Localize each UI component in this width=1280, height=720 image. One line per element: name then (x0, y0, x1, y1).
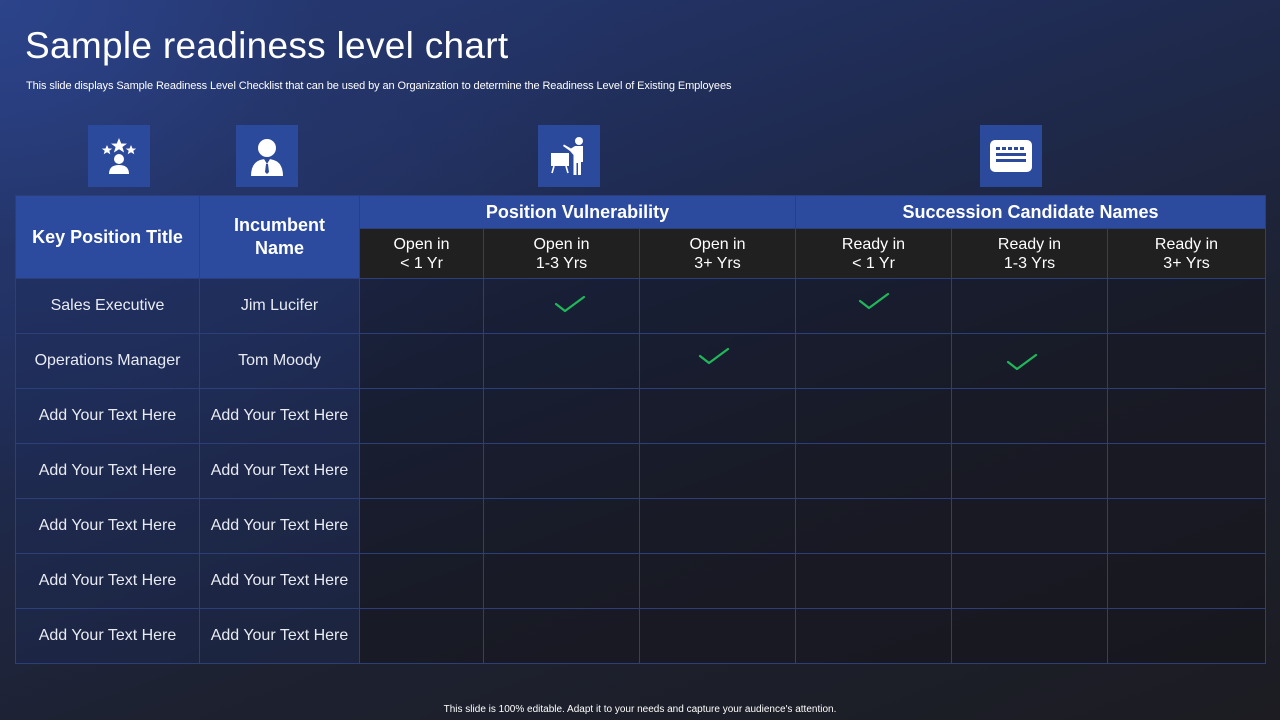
position-title-cell: Operations Manager (15, 333, 200, 389)
status-cell (639, 388, 796, 444)
status-cell (1107, 388, 1266, 444)
position-title-cell: Add Your Text Here (15, 553, 200, 609)
status-cell (359, 278, 484, 334)
status-cell (359, 608, 484, 664)
incumbent-name-cell: Add Your Text Here (199, 553, 360, 609)
subheader-cell: Open in 3+ Yrs (639, 228, 796, 279)
status-cell (639, 278, 796, 334)
position-title-cell: Add Your Text Here (15, 388, 200, 444)
status-cell (483, 278, 640, 334)
subheader-cell: Ready in 1-3 Yrs (951, 228, 1108, 279)
position-title-cell: Add Your Text Here (15, 498, 200, 554)
position-title-cell: Add Your Text Here (15, 608, 200, 664)
incumbent-name-cell: Tom Moody (199, 333, 360, 389)
status-cell (1107, 498, 1266, 554)
table-row: Add Your Text Here Add Your Text Here (15, 498, 1266, 554)
slide-title: Sample readiness level chart (25, 25, 509, 66)
incumbent-name-cell: Add Your Text Here (199, 443, 360, 499)
businessman-icon (236, 125, 298, 187)
status-cell (639, 333, 796, 389)
status-cell (1107, 278, 1266, 334)
status-cell (951, 278, 1108, 334)
incumbent-name-cell: Add Your Text Here (199, 498, 360, 554)
table-row: Operations Manager Tom Moody (15, 333, 1266, 389)
header-succession-candidate-names: Succession Candidate Names (795, 195, 1266, 229)
table-row: Add Your Text Here Add Your Text Here (15, 553, 1266, 609)
table-row: Add Your Text Here Add Your Text Here (15, 443, 1266, 499)
status-cell (951, 333, 1108, 389)
position-title-cell: Sales Executive (15, 278, 200, 334)
status-cell (483, 388, 640, 444)
position-title-cell: Add Your Text Here (15, 443, 200, 499)
status-cell (359, 443, 484, 499)
footer-note: This slide is 100% editable. Adapt it to… (443, 704, 837, 715)
status-cell (359, 498, 484, 554)
status-cell (951, 608, 1108, 664)
subheader-cell: Ready in < 1 Yr (795, 228, 952, 279)
readiness-table: Key Position Title Incumbent Name Positi… (15, 195, 1266, 664)
status-cell (795, 498, 952, 554)
status-cell (1107, 443, 1266, 499)
status-cell (1107, 333, 1266, 389)
status-cell (951, 553, 1108, 609)
status-cell (483, 608, 640, 664)
status-cell (795, 388, 952, 444)
status-cell (483, 443, 640, 499)
status-cell (639, 443, 796, 499)
status-cell (359, 553, 484, 609)
status-cell (951, 498, 1108, 554)
table-row: Add Your Text Here Add Your Text Here (15, 388, 1266, 444)
table-row: Sales Executive Jim Lucifer (15, 278, 1266, 334)
status-cell (483, 498, 640, 554)
status-cell (951, 443, 1108, 499)
status-cell (1107, 553, 1266, 609)
table-row: Add Your Text Here Add Your Text Here (15, 608, 1266, 664)
status-cell (483, 553, 640, 609)
status-cell (795, 333, 952, 389)
status-cell (795, 553, 952, 609)
status-cell (795, 443, 952, 499)
slide-subtitle: This slide displays Sample Readiness Lev… (26, 80, 732, 92)
subheader-cell: Open in 1-3 Yrs (483, 228, 640, 279)
incumbent-name-cell: Add Your Text Here (199, 608, 360, 664)
checkmark-icon (1006, 352, 1038, 372)
header-position-vulnerability: Position Vulnerability (359, 195, 796, 229)
checkmark-icon (858, 291, 890, 311)
status-cell (951, 388, 1108, 444)
status-cell (359, 333, 484, 389)
status-cell (795, 608, 952, 664)
award-person-icon (88, 125, 150, 187)
incumbent-name-cell: Jim Lucifer (199, 278, 360, 334)
header-incumbent-name: Incumbent Name (199, 195, 360, 279)
table-body: Sales Executive Jim Lucifer Operations Man… (15, 278, 1266, 664)
presenter-icon (538, 125, 600, 187)
status-cell (359, 388, 484, 444)
header-key-position-title: Key Position Title (15, 195, 200, 279)
status-cell (483, 333, 640, 389)
checkmark-icon (554, 294, 586, 314)
subheader-cell: Ready in 3+ Yrs (1107, 228, 1266, 279)
status-cell (639, 608, 796, 664)
incumbent-name-cell: Add Your Text Here (199, 388, 360, 444)
status-cell (639, 498, 796, 554)
checkmark-icon (698, 346, 730, 366)
subheader-cell: Open in < 1 Yr (359, 228, 484, 279)
status-cell (639, 553, 796, 609)
status-cell (795, 278, 952, 334)
status-cell (1107, 608, 1266, 664)
keyboard-icon (980, 125, 1042, 187)
